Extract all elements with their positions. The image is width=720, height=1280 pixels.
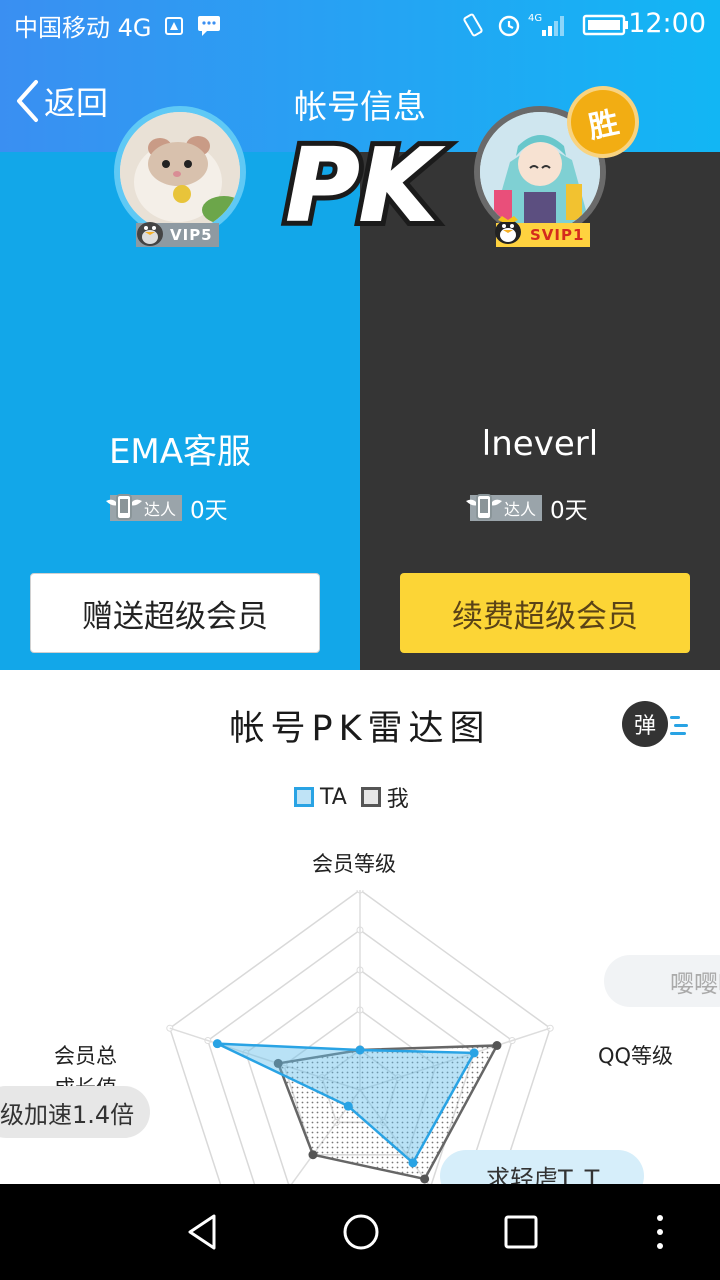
alarm-icon [498, 15, 520, 37]
danmu-lines-icon [670, 716, 688, 735]
legend-label-ta: TA [320, 784, 347, 810]
danmu-bubble: 嘤嘤嘤 [604, 955, 720, 1007]
daren-info-left: 达人 0天 [106, 488, 228, 528]
legend-label-me: 我 [386, 787, 409, 812]
status-bar: 中国移动 4G 4G 12:00 [0, 0, 720, 50]
radar-series-ta-point [355, 1045, 365, 1055]
radar-series-ta-point [343, 1101, 353, 1111]
qq-penguin-icon [495, 216, 521, 244]
signal-upload-icon [165, 17, 183, 35]
radar-chart [166, 890, 554, 1184]
daren-info-right: 达人 0天 [466, 488, 588, 528]
radar-chart-title: 帐号PK雷达图 [229, 709, 491, 749]
danmu-toggle-button[interactable]: 弹 [622, 701, 668, 747]
legend-swatch-ta [294, 787, 314, 807]
legend-item-ta: TA [294, 785, 347, 810]
days-count-right: 0天 [550, 498, 588, 524]
radar-series-me-point [308, 1150, 318, 1160]
system-nav-bar [0, 1184, 720, 1280]
network-4g-icon: 4G [528, 13, 564, 36]
radar-series-ta-point [408, 1158, 418, 1168]
legend-swatch-me [360, 787, 381, 807]
vibrate-icon [463, 13, 483, 37]
danmu-bubble: 级加速1.4倍 [0, 1086, 150, 1138]
renew-super-vip-button[interactable]: 续费超级会员 [400, 573, 690, 653]
daren-label: 达人 [504, 500, 537, 519]
more-vertical-icon[interactable] [636, 1208, 684, 1256]
pk-logo: PK PK [280, 128, 449, 238]
recents-square-icon[interactable] [497, 1208, 545, 1256]
radar-series-me-point [492, 1041, 502, 1051]
legend-item-me: 我 [360, 781, 409, 813]
radar-series-ta-point [469, 1048, 479, 1058]
winged-phone-icon [106, 494, 142, 520]
carrier-label: 中国移动 4G [14, 14, 152, 42]
back-triangle-icon[interactable] [178, 1208, 226, 1256]
daren-label: 达人 [144, 500, 177, 519]
qq-penguin-icon [137, 222, 163, 246]
username-right: lneverl [481, 424, 599, 464]
daren-badge-right: 达人 [466, 494, 543, 521]
axis-label-top: 会员等级 [312, 852, 396, 876]
svg-text:4G: 4G [528, 13, 542, 24]
clock: 12:00 [628, 8, 706, 39]
gift-super-vip-button[interactable]: 赠送超级会员 [30, 573, 320, 653]
daren-badge-left: 达人 [106, 494, 183, 521]
battery-icon [582, 14, 628, 36]
username-left: EMA客服 [108, 432, 252, 472]
message-icon [198, 16, 220, 36]
home-circle-icon[interactable] [337, 1208, 385, 1256]
days-count-left: 0天 [190, 498, 228, 524]
radar-series-me-point [420, 1174, 430, 1184]
radar-series-ta-point [212, 1039, 222, 1049]
radar-legend: TA 我 [294, 782, 423, 812]
hamster-avatar-image [120, 112, 240, 232]
pk-logo-text: PK [286, 128, 443, 238]
winged-phone-icon [466, 494, 502, 520]
